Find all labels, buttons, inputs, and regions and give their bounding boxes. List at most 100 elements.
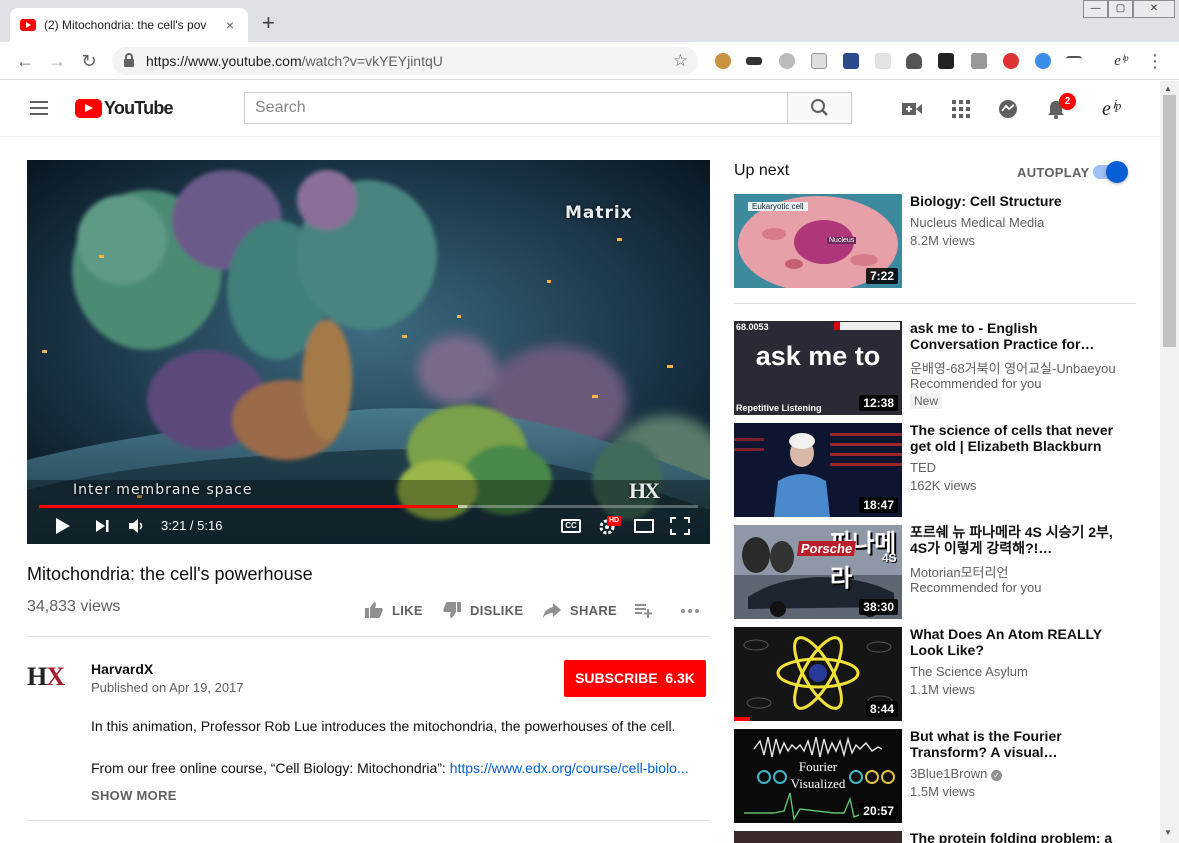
- rec-channel[interactable]: Motorian모터리언: [910, 562, 1115, 581]
- search-box[interactable]: [244, 92, 788, 124]
- account-avatar[interactable]: eⁱᵖ: [1102, 96, 1120, 121]
- search-button[interactable]: [787, 92, 852, 124]
- browser-tab-active[interactable]: (2) Mitochondria: the cell's pov ×: [10, 8, 248, 42]
- apps-grid-icon[interactable]: [950, 99, 972, 119]
- rec-video-title[interactable]: The protein folding problem: a: [910, 830, 1115, 843]
- share-button[interactable]: SHARE: [542, 600, 617, 620]
- channel-avatar[interactable]: HX: [27, 662, 65, 692]
- url-path: /watch?v=vkYEYjintqU: [301, 53, 443, 69]
- extension-icon[interactable]: [1035, 53, 1051, 69]
- mask-extension-icon[interactable]: [746, 57, 762, 65]
- search-input[interactable]: [255, 99, 788, 117]
- scroll-up-arrow-icon[interactable]: ▲: [1164, 84, 1172, 93]
- profile-button[interactable]: eⁱᵖ: [1110, 50, 1132, 72]
- play-icon[interactable]: [53, 515, 73, 537]
- fullscreen-icon[interactable]: [669, 515, 691, 537]
- share-arrow-icon: [543, 603, 561, 618]
- thumb-label: Porsche: [796, 541, 857, 556]
- browser-menu-icon[interactable]: ⋮: [1144, 50, 1166, 72]
- video-thumbnail[interactable]: Eukaryotic cell Nucleus 7:22: [734, 194, 902, 288]
- cloud-extension-icon[interactable]: [906, 53, 922, 69]
- messages-icon[interactable]: [997, 99, 1019, 119]
- scrollbar-thumb[interactable]: [1163, 95, 1176, 347]
- thumb-label: 4S: [882, 551, 897, 565]
- lock-icon: [124, 53, 134, 67]
- video-player[interactable]: Matrix Inter membrane space HX 3:21 / 5:…: [27, 160, 710, 544]
- description-line-1: In this animation, Professor Rob Lue int…: [91, 718, 676, 734]
- rec-channel[interactable]: 운배영-68거북이 영어교실-Unbaeyoung: [910, 358, 1115, 377]
- like-label: LIKE: [392, 602, 423, 618]
- video-thumbnail[interactable]: 18:47: [734, 423, 902, 517]
- star-extension-icon[interactable]: [843, 53, 859, 69]
- rec-channel[interactable]: The Science Asylum: [910, 664, 1115, 679]
- telescope-extension-icon[interactable]: [938, 53, 954, 69]
- rec-video-title[interactable]: What Does An Atom REALLY Look Like?: [910, 626, 1115, 658]
- progress-bar[interactable]: [39, 505, 698, 508]
- youtube-play-icon: [75, 99, 102, 118]
- list-extension-icon[interactable]: [1066, 56, 1082, 66]
- video-thumbnail[interactable]: 파나메라 Porsche 4S 38:30: [734, 525, 902, 619]
- duration-badge: 7:22: [865, 268, 898, 284]
- reload-button[interactable]: ↻: [78, 50, 100, 72]
- new-tab-button[interactable]: +: [262, 11, 275, 35]
- video-thumbnail[interactable]: Fourier Visualized 20:57: [734, 729, 902, 823]
- add-to-playlist-icon[interactable]: [634, 601, 654, 619]
- guide-menu-icon[interactable]: [30, 101, 48, 115]
- rec-video-title[interactable]: Biology: Cell Structure: [910, 193, 1115, 209]
- divider: [734, 303, 1136, 304]
- window-minimize-button[interactable]: —: [1083, 0, 1108, 18]
- rec-video-title[interactable]: The science of cells that never get old …: [910, 422, 1115, 454]
- captions-button[interactable]: CC: [561, 519, 581, 533]
- bookmark-star-icon[interactable]: ☆: [673, 51, 688, 71]
- description-line-2: From our free online course, “Cell Biolo…: [91, 760, 689, 776]
- volume-icon[interactable]: [127, 515, 147, 537]
- color-wheel-extension-icon[interactable]: [1003, 53, 1019, 69]
- hd-badge: HD: [607, 516, 621, 526]
- more-actions-icon[interactable]: [680, 601, 700, 619]
- rec-video-title[interactable]: 포르쉐 뉴 파나메라 4S 시승기 2부, 4S가 이렇게 강력해?!…: [910, 524, 1115, 556]
- like-button[interactable]: LIKE: [364, 600, 423, 620]
- extension-icon[interactable]: [811, 53, 827, 69]
- rec-views: Recommended for you: [910, 376, 1042, 391]
- b-extension-icon[interactable]: [971, 53, 987, 69]
- address-bar[interactable]: https://www.youtube.com/watch?v=vkYEYjin…: [112, 47, 698, 75]
- extension-icon[interactable]: [779, 53, 795, 69]
- thumb-label: Eukaryotic cell: [748, 202, 808, 211]
- next-video-icon[interactable]: [93, 515, 113, 537]
- cookie-extension-icon[interactable]: [715, 53, 731, 69]
- youtube-logo[interactable]: YouTube: [75, 98, 174, 119]
- thumb-label: Repetitive Listening: [736, 403, 822, 413]
- autoplay-toggle[interactable]: [1106, 161, 1128, 183]
- tab-title: (2) Mitochondria: the cell's pov: [44, 18, 207, 32]
- rec-video-title[interactable]: But what is the Fourier Transform? A vis…: [910, 728, 1115, 760]
- divider: [27, 820, 710, 821]
- thumb-label: 68.0053: [736, 322, 769, 332]
- create-video-icon[interactable]: [901, 99, 923, 119]
- extension-icon[interactable]: [875, 53, 891, 69]
- rec-channel[interactable]: 3Blue1Brown ✓: [910, 766, 1115, 781]
- tab-close-icon[interactable]: ×: [222, 17, 238, 33]
- scroll-down-arrow-icon[interactable]: ▼: [1164, 828, 1172, 837]
- window-close-button[interactable]: ✕: [1133, 0, 1175, 18]
- dislike-button[interactable]: DISLIKE: [442, 600, 523, 620]
- video-thumbnail[interactable]: 68.0053 ask me to Repetitive Listening 1…: [734, 321, 902, 415]
- rec-channel[interactable]: TED: [910, 460, 1115, 475]
- rec-video-title[interactable]: ask me to - English Conversation Practic…: [910, 320, 1115, 352]
- view-count: 34,833 views: [27, 598, 121, 615]
- subscribe-button[interactable]: SUBSCRIBE 6.3K: [564, 660, 706, 697]
- video-thumbnail[interactable]: 8:44: [734, 627, 902, 721]
- thumbs-up-icon: [365, 602, 383, 618]
- course-link[interactable]: https://www.edx.org/course/cell-biolo...: [450, 760, 689, 776]
- window-restore-button[interactable]: ▢: [1108, 0, 1133, 18]
- video-thumbnail[interactable]: [734, 831, 902, 843]
- thumbs-down-icon: [443, 602, 461, 618]
- page-scrollbar[interactable]: ▲ ▼: [1160, 81, 1179, 843]
- rec-views: 1.1M views: [910, 682, 976, 697]
- show-more-button[interactable]: SHOW MORE: [91, 788, 177, 803]
- forward-button[interactable]: →: [46, 50, 68, 72]
- theater-mode-icon[interactable]: [633, 515, 655, 537]
- rec-channel[interactable]: Nucleus Medical Media: [910, 215, 1115, 230]
- channel-name[interactable]: HarvardX: [91, 661, 153, 677]
- back-button[interactable]: ←: [14, 50, 36, 72]
- thumb-mini-screen: [834, 322, 900, 330]
